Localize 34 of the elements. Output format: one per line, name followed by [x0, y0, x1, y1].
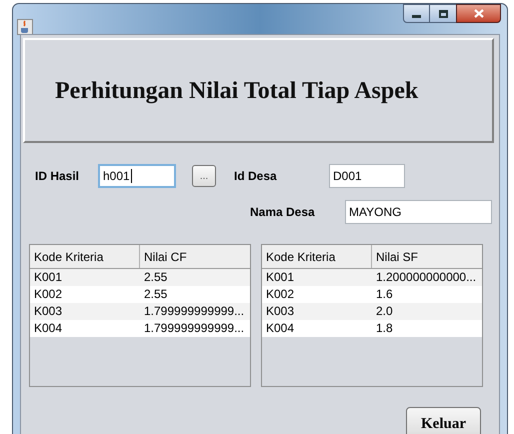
text-field[interactable]: MAYONG	[345, 200, 492, 224]
table-cell-text: K001	[265, 269, 296, 286]
column-header[interactable]: Kode Kriteria	[30, 245, 140, 268]
table-cell-text: 2.55	[143, 269, 168, 286]
table-cell-text: 1.8	[375, 320, 394, 337]
close-icon	[474, 9, 484, 18]
browse-button[interactable]: ...	[192, 165, 216, 187]
column-header[interactable]: Nilai SF	[372, 245, 482, 268]
table-cell-text: K001	[33, 269, 64, 286]
table-cell-text: 1.6	[375, 286, 394, 303]
coffee-cup-icon	[17, 19, 33, 35]
text-field[interactable]: h001	[98, 164, 176, 188]
table-cell-text: K002	[265, 286, 296, 303]
table-cell-text: 1.200000000000...	[375, 269, 478, 286]
table-cell-text: K004	[33, 320, 64, 337]
table-cell-text: K004	[265, 320, 296, 337]
header-title: Perhitungan Nilai Total Tiap Aspek	[55, 76, 418, 106]
field-label: ID Hasil	[35, 168, 80, 185]
field-label: Id Desa	[234, 168, 278, 185]
field-label: Nama Desa	[250, 204, 316, 221]
column-header[interactable]: Nilai CF	[140, 245, 250, 268]
table-cell-text: 1.799999999999...	[143, 303, 246, 320]
table-cell-text: 2.0	[375, 303, 394, 320]
table-cell-text: K003	[265, 303, 296, 320]
minimize-button[interactable]	[403, 4, 430, 23]
close-button[interactable]	[456, 4, 501, 23]
table-cell-text: K003	[33, 303, 64, 320]
maximize-button[interactable]	[430, 4, 456, 23]
text-field[interactable]: D001	[329, 164, 405, 188]
exit-button[interactable]: Keluar	[406, 407, 481, 434]
table-cell-text: 2.55	[143, 286, 168, 303]
column-header[interactable]: Kode Kriteria	[262, 245, 372, 268]
table-cell-text: K002	[33, 286, 64, 303]
table-cell-text: 1.799999999999...	[143, 320, 246, 337]
